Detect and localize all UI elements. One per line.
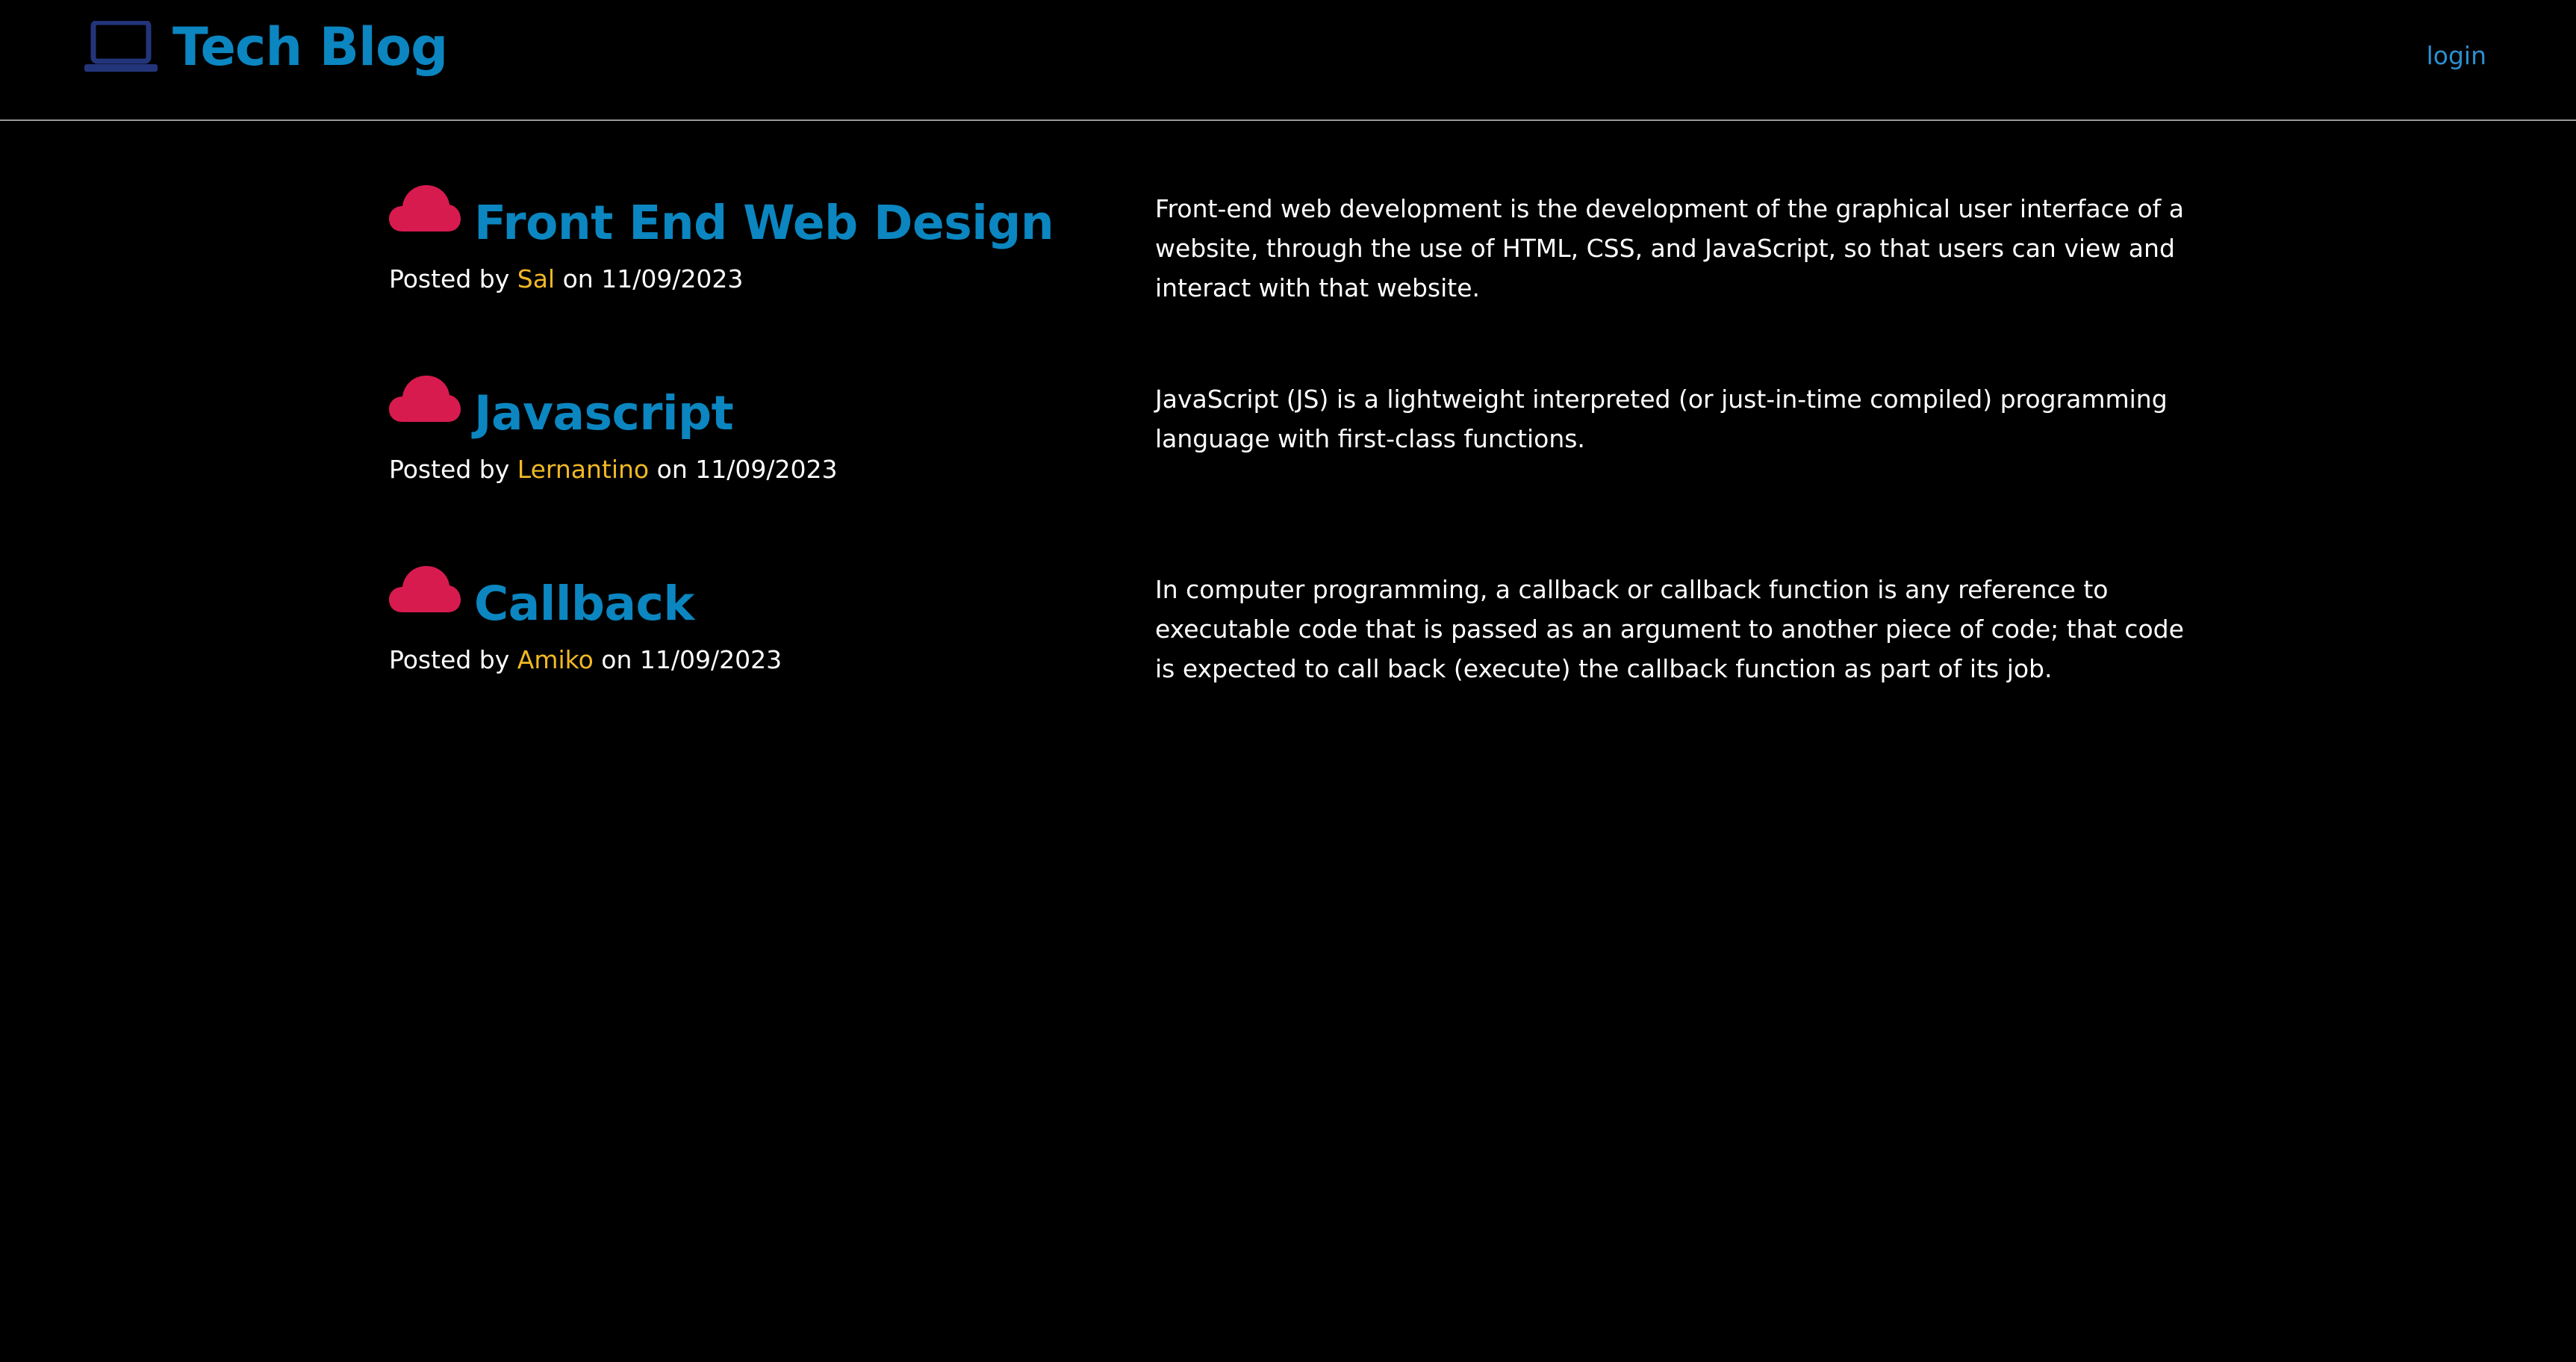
cloud-icon — [389, 566, 461, 612]
post-date: 11/09/2023 — [601, 264, 744, 293]
post-meta: Posted by Sal on 11/09/2023 — [389, 264, 1136, 294]
post-list: Front End Web Design Posted by Sal on 11… — [389, 164, 2184, 736]
site-title[interactable]: Tech Blog — [172, 21, 448, 73]
post-author: Lernantino — [517, 455, 650, 484]
post-body: In computer programming, a callback or c… — [1155, 575, 2184, 683]
post-header: Javascript Posted by Lernantino on 11/09… — [389, 362, 1136, 485]
post-title-row: Front End Web Design — [389, 172, 1136, 246]
post-date: 11/09/2023 — [695, 455, 838, 484]
cloud-icon — [389, 185, 461, 231]
site-header: Tech Blog login — [0, 0, 2576, 121]
post-title[interactable]: Javascript — [474, 390, 734, 437]
post-title-row: Javascript — [389, 362, 1136, 437]
post-header: Callback Posted by Amiko on 11/09/2023 — [389, 553, 1136, 675]
post-date: 11/09/2023 — [639, 645, 783, 674]
date-prefix: on — [601, 645, 632, 674]
post-header: Front End Web Design Posted by Sal on 11… — [389, 172, 1136, 294]
date-prefix: on — [656, 455, 688, 484]
post-item: Callback Posted by Amiko on 11/09/2023 I… — [389, 545, 2184, 736]
post-item: Front End Web Design Posted by Sal on 11… — [389, 164, 2184, 355]
date-prefix: on — [562, 264, 594, 293]
post-title[interactable]: Front End Web Design — [474, 199, 1054, 246]
brand[interactable]: Tech Blog — [84, 21, 448, 73]
post-item: Javascript Posted by Lernantino on 11/09… — [389, 355, 2181, 545]
post-body: Front-end web development is the develop… — [1155, 194, 2185, 302]
login-link[interactable]: login — [2427, 43, 2486, 68]
post-meta: Posted by Amiko on 11/09/2023 — [389, 645, 1136, 675]
post-author: Amiko — [517, 645, 594, 674]
post-body: JavaScript (JS) is a lightweight interpr… — [1155, 385, 2168, 453]
laptop-icon — [84, 21, 158, 72]
posted-by-label: Posted by — [389, 264, 510, 293]
post-title[interactable]: Callback — [474, 580, 694, 627]
post-title-row: Callback — [389, 553, 1136, 627]
posted-by-label: Posted by — [389, 455, 510, 484]
posted-by-label: Posted by — [389, 645, 510, 674]
post-author: Sal — [517, 264, 556, 293]
cloud-icon — [389, 376, 461, 422]
post-meta: Posted by Lernantino on 11/09/2023 — [389, 455, 1136, 485]
